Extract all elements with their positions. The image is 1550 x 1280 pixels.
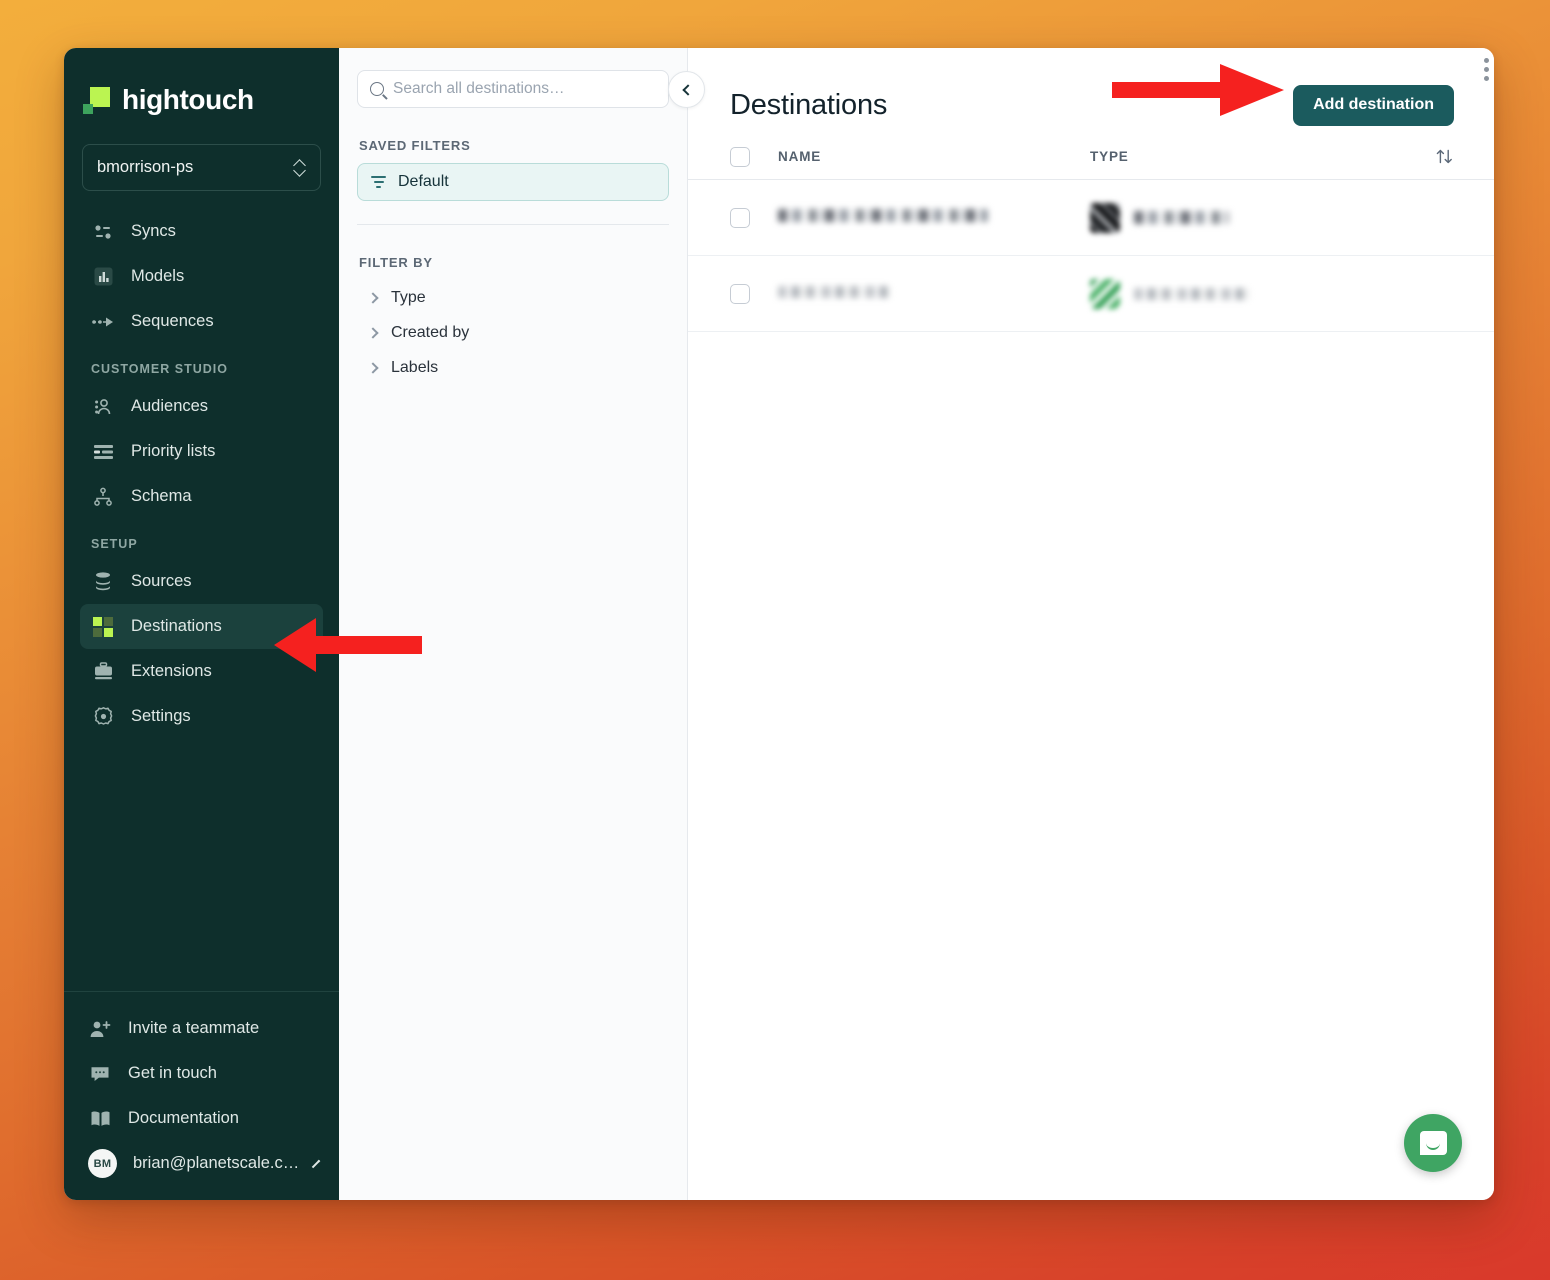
chat-icon	[88, 1062, 112, 1086]
row-checkbox[interactable]	[730, 207, 750, 228]
search-icon	[370, 82, 384, 96]
destination-logo	[1090, 278, 1120, 309]
filter-icon	[371, 176, 386, 188]
sequences-icon	[91, 310, 115, 334]
row-checkbox[interactable]	[730, 283, 750, 304]
extensions-icon	[91, 660, 115, 684]
page-header: Destinations Add destination	[688, 48, 1494, 134]
sidebar-item-label: Destinations	[131, 617, 222, 635]
sidebar-item-label: Syncs	[131, 222, 176, 240]
drag-dots-icon[interactable]	[1483, 58, 1489, 81]
chevron-right-icon	[367, 361, 379, 374]
sidebar-item-label: Sequences	[131, 312, 214, 330]
hightouch-logo-icon	[83, 86, 110, 114]
filter-group-labels[interactable]: Labels	[357, 350, 669, 385]
intercom-launcher-button[interactable]	[1404, 1114, 1462, 1172]
settings-gear-icon	[91, 705, 115, 729]
destination-logo	[1090, 202, 1120, 233]
account-email: brian@planetscale.c…	[133, 1154, 300, 1172]
sidebar-item-priority-lists[interactable]: Priority lists	[80, 429, 323, 474]
sidebar-section-label-customer-studio: CUSTOMER STUDIO	[91, 362, 228, 376]
saved-filter-default[interactable]: Default	[357, 163, 669, 201]
sidebar-item-label: Sources	[131, 572, 192, 590]
syncs-icon	[91, 220, 115, 244]
filter-group-created-by[interactable]: Created by	[357, 315, 669, 350]
redacted-name	[778, 208, 988, 222]
footer-item-label: Get in touch	[128, 1064, 217, 1082]
brand-logo[interactable]: hightouch	[64, 48, 339, 126]
chevron-right-icon	[312, 1159, 321, 1168]
audiences-icon	[91, 395, 115, 419]
select-all-checkbox[interactable]	[730, 146, 750, 167]
sidebar-item-sources[interactable]: Sources	[80, 559, 323, 604]
column-header-name[interactable]: NAME	[750, 149, 1090, 164]
chevron-updown-icon	[294, 159, 306, 177]
add-destination-button[interactable]: Add destination	[1293, 84, 1454, 126]
sources-icon	[91, 570, 115, 594]
redacted-name	[778, 285, 890, 298]
sidebar-item-label: Settings	[131, 707, 191, 725]
sidebar-item-audiences[interactable]: Audiences	[80, 384, 323, 429]
sidebar-item-models[interactable]: Models	[80, 254, 323, 299]
sidebar-item-sequences[interactable]: Sequences	[80, 299, 323, 344]
panel-divider	[357, 224, 669, 225]
chevron-right-icon	[367, 326, 379, 339]
sidebar-item-label: Schema	[131, 487, 192, 505]
sidebar-item-syncs[interactable]: Syncs	[80, 209, 323, 254]
cell-name	[750, 285, 1090, 303]
search-input[interactable]	[393, 80, 656, 98]
invite-teammate-button[interactable]: Invite a teammate	[64, 1006, 339, 1051]
schema-icon	[91, 485, 115, 509]
get-in-touch-button[interactable]: Get in touch	[64, 1051, 339, 1096]
sidebar-item-label: Priority lists	[131, 442, 216, 460]
sidebar-section-label-setup: SETUP	[91, 537, 138, 551]
table-row[interactable]	[688, 256, 1494, 332]
footer-item-label: Documentation	[128, 1109, 239, 1127]
filter-group-type[interactable]: Type	[357, 280, 669, 315]
main-content: Destinations Add destination NAME TYPE	[688, 48, 1494, 1200]
redacted-type	[1134, 211, 1229, 224]
arrow-to-destinations-nav	[274, 618, 422, 672]
avatar: BM	[88, 1149, 117, 1178]
filter-group-label: Labels	[391, 358, 439, 376]
collapse-panel-button[interactable]	[668, 71, 705, 108]
sidebar-item-schema[interactable]: Schema	[80, 474, 323, 519]
sidebar-item-label: Audiences	[131, 397, 209, 415]
chevron-left-icon	[682, 83, 694, 96]
documentation-button[interactable]: Documentation	[64, 1096, 339, 1141]
user-plus-icon	[88, 1017, 112, 1041]
table-row[interactable]	[688, 180, 1494, 256]
sidebar-item-label: Extensions	[131, 662, 212, 680]
workspace-name: bmorrison-ps	[97, 158, 194, 176]
filter-group-label: Created by	[391, 323, 470, 341]
search-box[interactable]	[357, 70, 669, 108]
table-header: NAME TYPE	[688, 134, 1494, 180]
brand-name: hightouch	[122, 84, 254, 115]
chevron-right-icon	[367, 291, 379, 304]
cell-type	[1090, 278, 1434, 309]
cell-name	[750, 208, 1090, 227]
sort-updown-icon[interactable]	[1434, 147, 1454, 167]
arrow-to-add-destination	[1112, 64, 1284, 116]
destinations-icon	[91, 615, 115, 639]
priority-lists-icon	[91, 440, 115, 464]
account-menu[interactable]: BM brian@planetscale.c…	[64, 1141, 339, 1186]
sidebar-item-settings[interactable]: Settings	[80, 694, 323, 739]
saved-filters-label: SAVED FILTERS	[359, 138, 471, 153]
page-title: Destinations	[730, 88, 888, 121]
sidebar-item-label: Models	[131, 267, 185, 285]
chat-bubble-icon	[1419, 1131, 1447, 1155]
filter-by-label: FILTER BY	[359, 255, 433, 270]
sidebar-nav: Syncs Models Sequences CUSTOMER STUDIO A…	[64, 209, 339, 991]
saved-filter-label: Default	[398, 173, 449, 190]
workspace-selector[interactable]: bmorrison-ps	[82, 144, 321, 191]
book-icon	[88, 1107, 112, 1131]
column-header-type[interactable]: TYPE	[1090, 149, 1434, 164]
sidebar-footer: Invite a teammate Get in touch Documenta…	[64, 991, 339, 1200]
filter-group-label: Type	[391, 288, 426, 306]
cell-type	[1090, 202, 1434, 233]
models-icon	[91, 265, 115, 289]
footer-item-label: Invite a teammate	[128, 1019, 260, 1037]
redacted-type	[1134, 287, 1249, 300]
